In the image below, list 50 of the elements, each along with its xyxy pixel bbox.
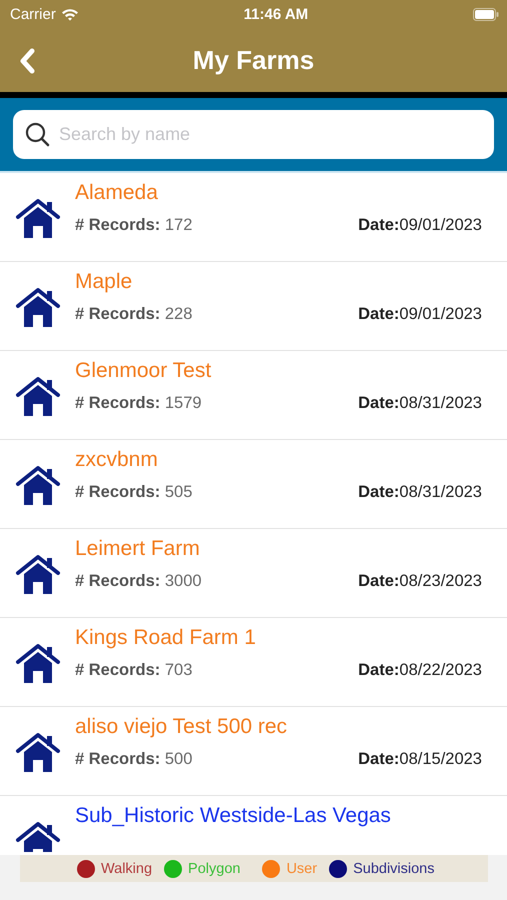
- farm-row[interactable]: zxcvbnm # Records: 505 Date:08/31/2023: [0, 440, 507, 528]
- farm-date: Date:08/31/2023: [358, 483, 482, 502]
- record-count: # Records: 3000: [75, 572, 202, 591]
- farm-row[interactable]: Glenmoor Test # Records: 1579 Date:08/31/2023: [0, 351, 507, 439]
- farm-name: Leimert Farm: [75, 537, 200, 561]
- farm-name: aliso viejo Test 500 rec: [75, 715, 288, 739]
- search-icon: [25, 122, 51, 148]
- record-count: # Records: 703: [75, 661, 192, 680]
- farm-row[interactable]: Alameda # Records: 172 Date:09/01/2023: [0, 173, 507, 261]
- record-count: # Records: 172: [75, 216, 192, 235]
- screen-title: My Farms: [192, 44, 314, 76]
- legend-label: Walking: [101, 860, 152, 876]
- battery-icon: [472, 8, 499, 20]
- farm-row[interactable]: Leimert Farm # Records: 3000 Date:08/23/2023: [0, 529, 507, 617]
- farm-date: Date:08/22/2023: [358, 661, 482, 680]
- wifi-icon: [60, 8, 79, 20]
- house-icon: [15, 732, 61, 774]
- house-icon: [15, 465, 61, 507]
- record-count: # Records: 228: [75, 305, 192, 324]
- house-icon: [15, 287, 61, 329]
- house-icon: [15, 643, 61, 685]
- house-icon: [15, 554, 61, 596]
- record-count: # Records: 1579: [75, 394, 202, 413]
- farm-name: Sub_Historic Westside-Las Vegas: [75, 804, 391, 828]
- legend-label: Subdivisions: [353, 860, 434, 876]
- farm-date: Date:08/15/2023: [358, 750, 482, 769]
- farm-name: zxcvbnm: [75, 448, 158, 472]
- house-icon: [15, 198, 61, 240]
- farm-date: Date:08/23/2023: [358, 572, 482, 591]
- farm-row[interactable]: Maple # Records: 228 Date:09/01/2023: [0, 262, 507, 350]
- farm-name: Maple: [75, 270, 132, 294]
- legend-label: Polygon: [188, 860, 240, 876]
- record-count: # Records: 505: [75, 483, 192, 502]
- search-field[interactable]: Search by name: [13, 110, 494, 159]
- farm-date: Date:09/01/2023: [358, 216, 482, 235]
- farm-row[interactable]: Sub_Historic Westside-Las Vegas: [0, 796, 507, 855]
- status-time: 11:46 AM: [244, 6, 308, 22]
- farm-name: Alameda: [75, 181, 158, 205]
- record-count: # Records: 500: [75, 750, 192, 769]
- farm-name: Kings Road Farm 1: [75, 626, 256, 650]
- farm-date: Date:08/31/2023: [358, 394, 482, 413]
- farm-name: Glenmoor Test: [75, 359, 212, 383]
- farm-date: Date:09/01/2023: [358, 305, 482, 324]
- farm-row[interactable]: aliso viejo Test 500 rec # Records: 500 Date:08/15/2023: [0, 707, 507, 795]
- house-icon: [15, 821, 61, 852]
- legend-label: User: [286, 860, 318, 876]
- house-icon: [15, 376, 61, 418]
- farm-row[interactable]: Kings Road Farm 1 # Records: 703 Date:08/22/2023: [0, 618, 507, 706]
- carrier-name: Carrier: [10, 6, 56, 22]
- back-icon[interactable]: [18, 48, 36, 74]
